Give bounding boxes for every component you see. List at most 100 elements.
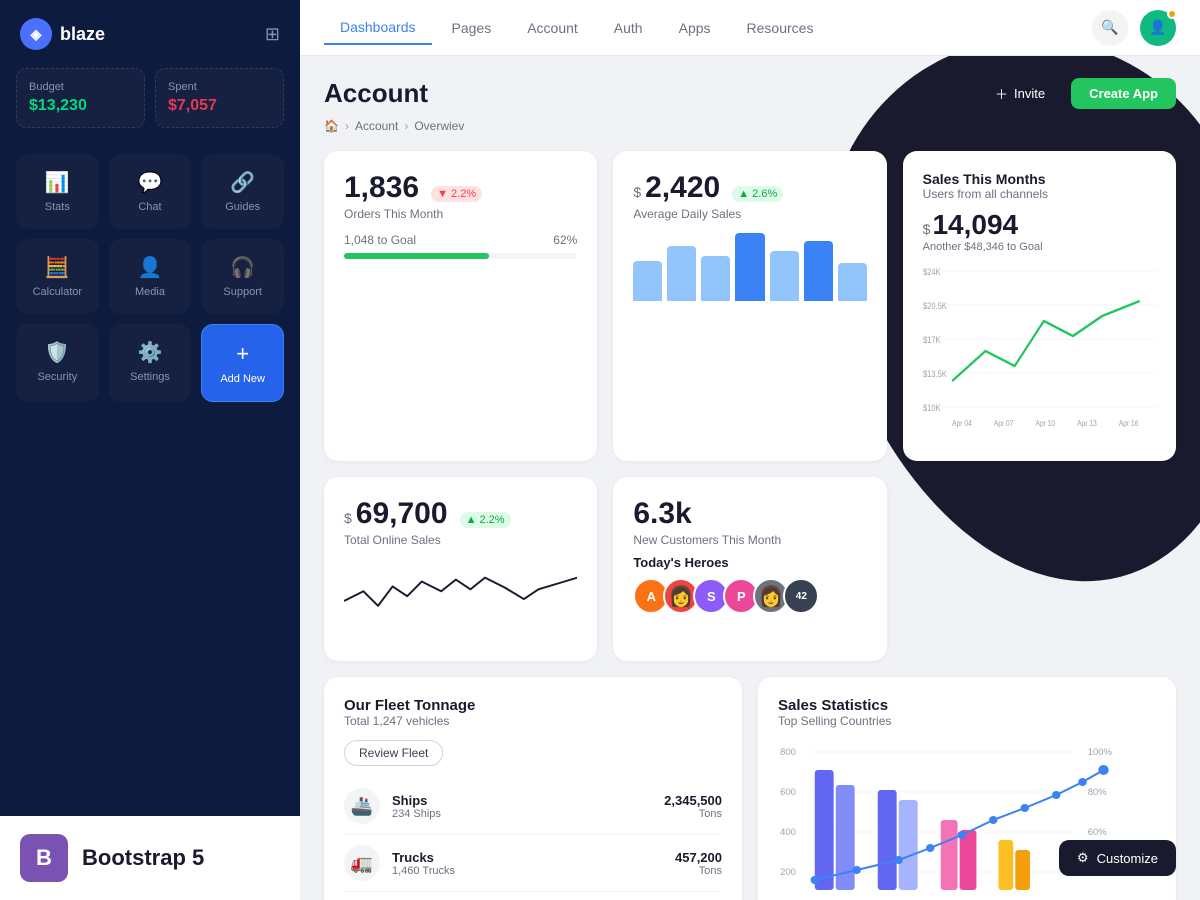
main-content: Dashboards Pages Account Auth Apps Resou… bbox=[300, 0, 1200, 900]
chat-icon: 💬 bbox=[138, 170, 163, 195]
bar-6 bbox=[804, 241, 833, 301]
sidebar-item-security[interactable]: 🛡️ Security bbox=[16, 324, 99, 402]
orders-label: Orders This Month bbox=[344, 207, 577, 221]
total-online-label: Total Online Sales bbox=[344, 533, 577, 547]
review-fleet-button[interactable]: Review Fleet bbox=[344, 740, 443, 766]
sidebar-item-calculator[interactable]: 🧮 Calculator bbox=[16, 239, 99, 314]
trucks-unit: Tons bbox=[675, 865, 722, 877]
fleet-subtitle: Total 1,247 vehicles bbox=[344, 714, 722, 728]
svg-text:$13.5K: $13.5K bbox=[923, 369, 947, 379]
calculator-label: Calculator bbox=[33, 286, 83, 298]
spent-card: Spent $7,057 bbox=[155, 68, 284, 128]
sidebar-item-chat[interactable]: 💬 Chat bbox=[109, 154, 192, 229]
daily-sales-label: Average Daily Sales bbox=[633, 207, 866, 221]
tab-account[interactable]: Account bbox=[511, 12, 594, 44]
progress-fill bbox=[344, 253, 489, 259]
heroes-section: Today's Heroes A 👩 S P 👩 42 bbox=[633, 555, 866, 614]
sales-stats-chart: 800 600 400 200 bbox=[778, 740, 1156, 900]
bar-1 bbox=[633, 261, 662, 301]
budget-label: Budget bbox=[29, 81, 132, 93]
bar-7 bbox=[838, 263, 867, 301]
tab-auth[interactable]: Auth bbox=[598, 12, 659, 44]
sidebar-item-support[interactable]: 🎧 Support bbox=[201, 239, 284, 314]
orders-progress: 1,048 to Goal 62% bbox=[344, 233, 577, 259]
wavy-chart bbox=[344, 561, 577, 641]
svg-text:800: 800 bbox=[780, 747, 796, 757]
create-app-button[interactable]: Create App bbox=[1071, 78, 1176, 109]
bar-5 bbox=[770, 251, 799, 301]
new-customers-card: 6.3k New Customers This Month Today's He… bbox=[613, 477, 886, 661]
daily-sales-card: $ 2,420 ▲ 2.6% Average Daily Sales bbox=[613, 151, 886, 461]
sidebar-item-guides[interactable]: 🔗 Guides bbox=[201, 154, 284, 229]
heroes-avatars: A 👩 S P 👩 42 bbox=[633, 578, 866, 614]
spacer-col bbox=[903, 477, 1176, 661]
sales-goal-label: Another $48,346 to Goal bbox=[923, 241, 1156, 253]
tab-pages[interactable]: Pages bbox=[436, 12, 508, 44]
sidebar-item-media[interactable]: 👤 Media bbox=[109, 239, 192, 314]
sidebar-item-settings[interactable]: ⚙️ Settings bbox=[109, 324, 192, 402]
sales-line-chart: $24K $20.5K $17K $13.5K $10K Apr 04 Apr … bbox=[923, 261, 1156, 441]
invite-button[interactable]: ＋ Invite bbox=[979, 76, 1061, 111]
svg-text:600: 600 bbox=[780, 787, 796, 797]
svg-text:$24K: $24K bbox=[923, 267, 941, 277]
bootstrap-badge: B Bootstrap 5 bbox=[0, 816, 300, 900]
svg-text:$17K: $17K bbox=[923, 335, 941, 345]
sidebar-header: ◈ blaze ⊞ bbox=[0, 0, 300, 68]
customize-button[interactable]: ⚙ Customize bbox=[1059, 840, 1176, 876]
stats-grid-row1: 1,836 ▼ 2.2% Orders This Month 1,048 to … bbox=[324, 151, 1176, 461]
orders-number: 1,836 bbox=[344, 171, 419, 205]
search-button[interactable]: 🔍 bbox=[1092, 10, 1128, 46]
stats-icon: 📊 bbox=[45, 170, 70, 195]
page-content: Account ＋ Invite Create App 🏠 › Account … bbox=[300, 56, 1200, 900]
security-icon: 🛡️ bbox=[45, 340, 70, 365]
page-title: Account bbox=[324, 78, 428, 109]
tab-resources[interactable]: Resources bbox=[731, 12, 830, 44]
avatar-icon: 👤 bbox=[1149, 19, 1166, 36]
svg-text:200: 200 bbox=[780, 867, 796, 877]
hero-avatar-count: 42 bbox=[783, 578, 819, 614]
heroes-label: Today's Heroes bbox=[633, 555, 866, 570]
svg-text:Apr 13: Apr 13 bbox=[1077, 418, 1097, 428]
sales-currency: $ bbox=[923, 221, 931, 237]
trucks-tons: 457,200 bbox=[675, 850, 722, 865]
sidebar-item-stats[interactable]: 📊 Stats bbox=[16, 154, 99, 229]
breadcrumb: 🏠 › Account › Overwiev bbox=[324, 119, 1176, 133]
sales-stats-sub: Top Selling Countries bbox=[778, 714, 1156, 728]
bottom-grid: Our Fleet Tonnage Total 1,247 vehicles R… bbox=[324, 677, 1176, 900]
daily-sales-currency: $ bbox=[633, 184, 641, 200]
sidebar: ◈ blaze ⊞ Budget $13,230 Spent $7,057 📊 … bbox=[0, 0, 300, 900]
chat-label: Chat bbox=[138, 201, 161, 213]
tab-apps[interactable]: Apps bbox=[663, 12, 727, 44]
stats-grid-row2: $ 69,700 ▲ 2.2% Total Online Sales 6.3k … bbox=[324, 477, 1176, 661]
ships-unit: Tons bbox=[664, 808, 722, 820]
fleet-row-ships: 🚢 Ships 234 Ships 2,345,500 Tons bbox=[344, 778, 722, 835]
breadcrumb-account[interactable]: Account bbox=[355, 119, 398, 133]
sales-month-card: Sales This Months Users from all channel… bbox=[903, 151, 1176, 461]
svg-text:60%: 60% bbox=[1088, 827, 1107, 837]
invite-plus-icon: ＋ bbox=[995, 84, 1008, 103]
budget-row: Budget $13,230 Spent $7,057 bbox=[0, 68, 300, 144]
svg-text:$10K: $10K bbox=[923, 403, 941, 413]
bar-3 bbox=[701, 256, 730, 301]
svg-text:100%: 100% bbox=[1088, 747, 1112, 757]
ships-name: Ships bbox=[392, 793, 652, 808]
tab-dashboards[interactable]: Dashboards bbox=[324, 11, 432, 45]
menu-icon[interactable]: ⊞ bbox=[265, 24, 280, 45]
sidebar-logo: ◈ blaze bbox=[20, 18, 105, 50]
fleet-card: Our Fleet Tonnage Total 1,247 vehicles R… bbox=[324, 677, 742, 900]
support-icon: 🎧 bbox=[230, 255, 255, 280]
invite-label: Invite bbox=[1014, 86, 1045, 101]
settings-label: Settings bbox=[130, 371, 170, 383]
media-icon: 👤 bbox=[138, 255, 163, 280]
home-icon[interactable]: 🏠 bbox=[324, 119, 339, 133]
bar-4 bbox=[735, 233, 764, 301]
bar-2 bbox=[667, 246, 696, 301]
orders-card: 1,836 ▼ 2.2% Orders This Month 1,048 to … bbox=[324, 151, 597, 461]
fleet-row-trucks: 🚛 Trucks 1,460 Trucks 457,200 Tons bbox=[344, 835, 722, 892]
avatar-button[interactable]: 👤 bbox=[1140, 10, 1176, 46]
svg-text:400: 400 bbox=[780, 827, 796, 837]
sidebar-item-add-new[interactable]: + Add New bbox=[201, 324, 284, 402]
brand-name: blaze bbox=[60, 24, 105, 45]
fleet-row-planes: ✈️ Planes 8 Aircrafts 1,240 Tons bbox=[344, 892, 722, 900]
progress-label-text: 1,048 to Goal bbox=[344, 233, 416, 247]
